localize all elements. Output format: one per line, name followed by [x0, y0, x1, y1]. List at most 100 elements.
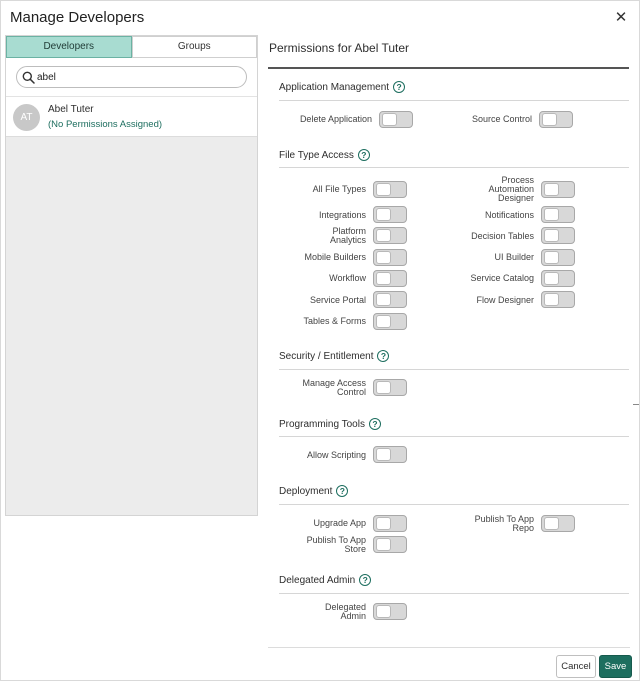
toggle-knob	[542, 113, 557, 126]
toggle-knob	[544, 272, 559, 285]
help-icon[interactable]: ?	[336, 485, 349, 497]
perm-label-mobile-builders: Mobile Builders	[304, 252, 366, 262]
toggle-knob	[376, 448, 391, 461]
toggle-knob	[376, 538, 391, 551]
section-title-application-management: Application Management ?	[279, 81, 406, 93]
perm-label-manage-access-control: Manage Access Control	[302, 379, 366, 397]
perm-label-notifications: Notifications	[484, 210, 534, 220]
toggle-allow-scripting[interactable]	[373, 446, 407, 463]
toggle-platform-analytics[interactable]	[373, 227, 407, 244]
scroll-indicator	[633, 404, 639, 405]
perm-label-workflow: Workflow	[329, 273, 366, 283]
section-title-text: Delegated Admin	[279, 574, 356, 586]
perm-label-decision-tables: Decision Tables	[471, 231, 534, 241]
toggle-knob	[376, 315, 391, 328]
section-title-text: Deployment	[279, 485, 333, 497]
toggle-upgrade-app[interactable]	[373, 515, 407, 532]
toggle-manage-access-control[interactable]	[373, 379, 407, 396]
toggle-knob	[376, 183, 391, 196]
save-button[interactable]: Save	[599, 655, 632, 678]
label-line: Repo	[512, 523, 534, 533]
tab-developers[interactable]: Developers	[6, 36, 132, 58]
tab-groups[interactable]: Groups	[131, 36, 257, 58]
section-divider	[279, 100, 629, 101]
section-title-text: Programming Tools	[279, 418, 365, 430]
help-icon[interactable]: ?	[357, 149, 370, 161]
perm-label-source-control: Source Control	[471, 114, 532, 124]
help-icon[interactable]: ?	[393, 81, 406, 93]
close-icon[interactable]: ✕	[613, 10, 629, 26]
section-title-security-entitlement: Security / Entitlement ?	[279, 350, 390, 362]
perm-label-integrations: Integrations	[318, 210, 366, 220]
search-box[interactable]	[16, 66, 247, 88]
toggle-workflow[interactable]	[373, 270, 407, 287]
section-title-programming-tools: Programming Tools ?	[279, 418, 381, 430]
toggle-publish-to-app-repo[interactable]	[541, 515, 575, 532]
section-divider	[279, 167, 629, 168]
help-icon[interactable]: ?	[359, 574, 372, 586]
toggle-source-control[interactable]	[539, 111, 573, 128]
toggle-knob	[544, 208, 559, 221]
toggle-knob	[544, 183, 559, 196]
toggle-knob	[544, 517, 559, 530]
toggle-knob	[376, 229, 391, 242]
section-title-text: Application Management	[279, 81, 390, 93]
toggle-integrations[interactable]	[373, 206, 407, 223]
label-line: Admin	[340, 611, 366, 621]
toggle-process-automation-designer[interactable]	[541, 181, 575, 198]
perm-label-upgrade-app: Upgrade App	[313, 518, 366, 528]
developer-list-panel: Developers Groups AT Abel Tuter (No Perm…	[5, 35, 258, 516]
toggle-service-catalog[interactable]	[541, 270, 575, 287]
toggle-flow-designer[interactable]	[541, 291, 575, 308]
toggle-delegated-admin[interactable]	[373, 603, 407, 620]
perm-label-allow-scripting: Allow Scripting	[306, 450, 366, 460]
search-area	[6, 58, 257, 96]
label-line: Analytics	[329, 235, 366, 245]
section-title-text: Security / Entitlement	[279, 350, 374, 362]
toggle-service-portal[interactable]	[373, 291, 407, 308]
toggle-knob	[376, 517, 391, 530]
perm-label-publish-to-app-repo: Publish To App Repo	[475, 515, 534, 533]
help-icon[interactable]: ?	[368, 418, 381, 430]
toggle-knob	[376, 272, 391, 285]
toggle-notifications[interactable]	[541, 206, 575, 223]
toggle-mobile-builders[interactable]	[373, 249, 407, 266]
toggle-knob	[382, 113, 397, 126]
perm-label-ui-builder: UI Builder	[494, 252, 534, 262]
developer-permission-status: (No Permissions Assigned)	[48, 119, 163, 130]
section-divider	[279, 593, 629, 594]
dialog-title: Manage Developers	[10, 9, 145, 26]
perm-label-platform-analytics: Platform Analytics	[330, 227, 366, 245]
manage-developers-dialog: Manage Developers ✕ Developers Groups AT…	[0, 0, 640, 681]
toggle-tables-and-forms[interactable]	[373, 313, 407, 330]
developer-list-item[interactable]: AT Abel Tuter (No Permissions Assigned)	[6, 96, 257, 137]
toggle-decision-tables[interactable]	[541, 227, 575, 244]
perm-label-delete-application: Delete Application	[299, 114, 372, 124]
developer-name: Abel Tuter	[48, 104, 94, 115]
section-divider	[279, 369, 629, 370]
search-input[interactable]	[37, 69, 237, 85]
toggle-ui-builder[interactable]	[541, 249, 575, 266]
section-title-deployment: Deployment ?	[279, 485, 349, 497]
section-title-delegated-admin: Delegated Admin ?	[279, 574, 372, 586]
section-divider	[279, 504, 629, 505]
toggle-publish-to-app-store[interactable]	[373, 536, 407, 553]
help-icon[interactable]: ?	[377, 350, 390, 362]
perm-label-service-catalog: Service Catalog	[470, 273, 534, 283]
toggle-knob	[544, 229, 559, 242]
perm-label-delegated-admin: Delegated Admin	[325, 603, 366, 621]
toggle-knob	[544, 251, 559, 264]
toggle-all-file-types[interactable]	[373, 181, 407, 198]
toggle-delete-application[interactable]	[379, 111, 413, 128]
title-divider	[268, 67, 629, 69]
permissions-title: Permissions for Abel Tuter	[269, 41, 410, 55]
footer-divider	[268, 647, 630, 648]
permissions-panel: Permissions for Abel Tuter Application M…	[268, 35, 630, 647]
perm-label-flow-designer: Flow Designer	[476, 295, 534, 305]
section-title-file-type-access: File Type Access ?	[279, 149, 370, 161]
perm-label-process-automation-designer: Process Automation Designer	[488, 176, 534, 203]
label-line: Control	[336, 387, 366, 397]
cancel-button[interactable]: Cancel	[556, 655, 596, 678]
label-line: Designer	[497, 193, 534, 203]
toggle-knob	[376, 251, 391, 264]
